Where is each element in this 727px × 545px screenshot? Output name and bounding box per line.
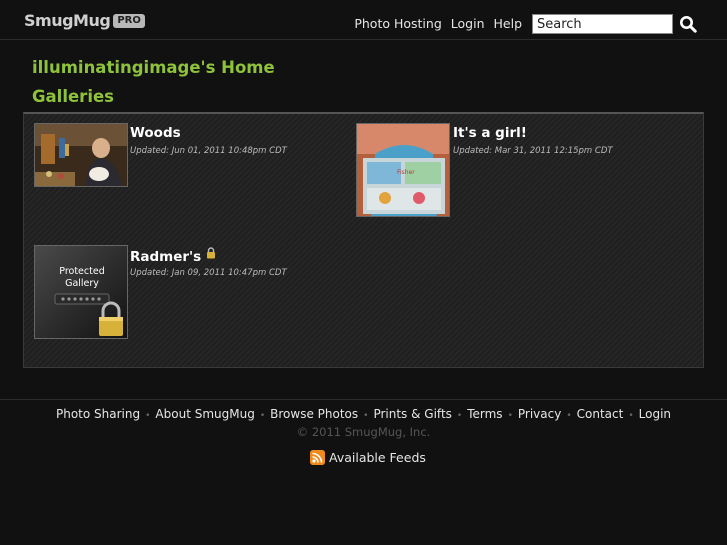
gallery-title-radmers-text: Radmer's [130, 249, 202, 265]
pro-badge: PRO [113, 13, 145, 28]
footer-separator: • [363, 411, 369, 421]
footer-link-contact[interactable]: Contact [577, 407, 624, 421]
top-nav: Photo Hosting Login Help [354, 16, 522, 31]
footer-nav: Photo Sharing • About SmugMug • Browse Photo… [0, 407, 727, 421]
gallery-updated-woods: Updated: Jun 01, 2011 10:48pm CDT [130, 146, 287, 156]
footer-separator: • [628, 411, 634, 421]
copyright-text: © 2011 SmugMug, Inc. [296, 425, 431, 439]
gallery-updated-its-a-girl: Updated: Mar 31, 2011 12:15pm CDT [453, 146, 613, 156]
gallery-thumbnail-its-a-girl[interactable]: Fisher [356, 123, 450, 217]
footer-separator: • [566, 411, 572, 421]
gallery-thumbnail-radmers[interactable]: Protected Gallery [34, 245, 128, 339]
nav-help[interactable]: Help [494, 16, 523, 31]
gallery-title-its-a-girl[interactable]: It's a girl! [453, 125, 527, 141]
thumb-text-protected: Protected [59, 266, 104, 277]
gallery-grid: Woods Updated: Jun 01, 2011 10:48pm CDT … [23, 112, 704, 368]
footer-link-privacy[interactable]: Privacy [518, 407, 561, 421]
gallery-title-woods[interactable]: Woods [130, 125, 181, 141]
lock-icon [206, 247, 215, 259]
galleries-heading: Galleries [32, 87, 114, 106]
page-title: illuminatingimage's Home [32, 58, 275, 77]
search-icon[interactable] [679, 15, 697, 33]
footer-link-photo-sharing[interactable]: Photo Sharing [56, 407, 140, 421]
available-feeds-link[interactable]: Available Feeds [329, 450, 426, 465]
footer-link-browse-photos[interactable]: Browse Photos [270, 407, 358, 421]
nav-login[interactable]: Login [451, 16, 485, 31]
search-input[interactable] [532, 14, 673, 34]
gallery-title-radmers[interactable]: Radmer's [130, 247, 216, 265]
rss-icon [310, 450, 325, 465]
footer-link-prints-gifts[interactable]: Prints & Gifts [373, 407, 451, 421]
footer-separator: • [507, 411, 513, 421]
footer-separator: • [456, 411, 463, 421]
logo-text: SmugMug [24, 11, 111, 30]
available-feeds[interactable]: Available Feeds [310, 450, 426, 465]
footer-divider [0, 399, 727, 400]
footer-link-terms[interactable]: Terms [467, 407, 502, 421]
gallery-updated-radmers: Updated: Jan 09, 2011 10:47pm CDT [130, 268, 287, 278]
gallery-thumbnail-woods[interactable] [34, 123, 128, 187]
smugmug-logo[interactable]: SmugMug PRO [24, 11, 145, 30]
footer-separator: • [145, 411, 151, 421]
svg-text:Fisher: Fisher [397, 169, 415, 176]
footer-link-about[interactable]: About SmugMug [155, 407, 254, 421]
thumb-text-gallery: Gallery [65, 278, 99, 289]
footer-link-login[interactable]: Login [639, 407, 671, 421]
footer-separator: • [259, 411, 266, 421]
nav-photo-hosting[interactable]: Photo Hosting [354, 16, 441, 31]
site-header: SmugMug PRO Photo Hosting Login Help [0, 0, 727, 40]
